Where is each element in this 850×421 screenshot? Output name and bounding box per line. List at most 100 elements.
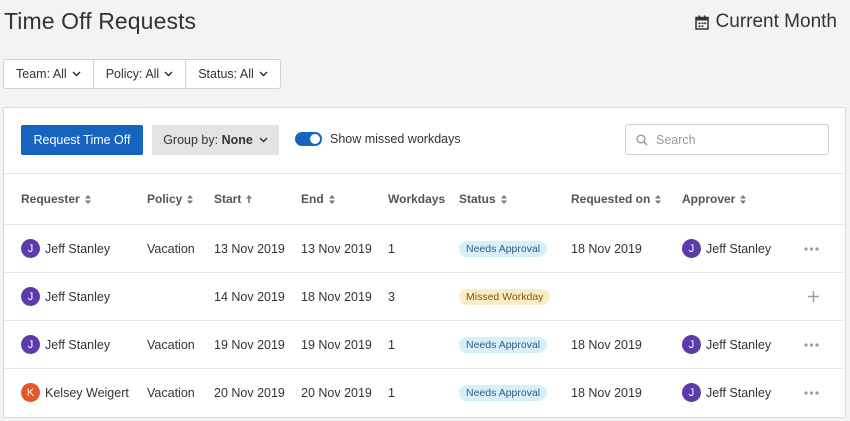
status-cell: Missed Workday xyxy=(459,273,551,320)
status-cell: Needs Approval xyxy=(459,321,548,368)
avatar: J xyxy=(21,239,40,258)
more-actions-button[interactable] xyxy=(804,369,819,416)
table-row[interactable]: J Jeff Stanley Vacation 13 Nov 2019 13 Nov 2… xyxy=(4,225,845,273)
workdays-cell: 1 xyxy=(388,337,395,352)
group-by-label: Group by: None xyxy=(163,133,253,147)
plus-icon xyxy=(808,291,819,302)
search-input[interactable] xyxy=(656,132,816,147)
add-request-button[interactable] xyxy=(808,273,819,320)
chevron-down-icon xyxy=(259,71,268,77)
sort-icon xyxy=(655,194,662,204)
approver-cell: J Jeff Stanley xyxy=(682,321,771,368)
column-header-label: Approver xyxy=(682,192,736,206)
status-filter-label: Status: All xyxy=(198,67,254,81)
approver-name: Jeff Stanley xyxy=(706,241,772,256)
chevron-down-icon xyxy=(259,137,268,143)
avatar: J xyxy=(682,239,701,258)
policy-filter[interactable]: Policy: All xyxy=(94,60,187,88)
sort-icon xyxy=(84,194,91,204)
more-horizontal-icon xyxy=(804,246,819,251)
column-header-requester[interactable]: Requester xyxy=(21,174,91,224)
status-badge: Missed Workday xyxy=(459,288,551,305)
sort-icon xyxy=(740,194,747,204)
requester-cell: J Jeff Stanley xyxy=(21,225,110,272)
requester-name: Kelsey Weigert xyxy=(45,385,129,400)
table-header: Requester Policy Start End Workdays Status Req… xyxy=(4,173,845,225)
column-header-status[interactable]: Status xyxy=(459,174,507,224)
column-header-label: Requested on xyxy=(571,192,651,206)
chevron-down-icon xyxy=(72,71,81,77)
sort-icon xyxy=(187,194,194,204)
table-row[interactable]: J Jeff Stanley Vacation 19 Nov 2019 19 Nov 2… xyxy=(4,321,845,369)
end-cell: 18 Nov 2019 xyxy=(301,289,372,304)
column-header-approver[interactable]: Approver xyxy=(682,174,747,224)
column-header-label: Policy xyxy=(147,192,183,206)
more-actions-button[interactable] xyxy=(804,321,819,368)
status-cell: Needs Approval xyxy=(459,369,548,416)
avatar: J xyxy=(21,287,40,306)
column-header-end[interactable]: End xyxy=(301,174,335,224)
more-horizontal-icon xyxy=(804,342,819,347)
sort-ascending-icon xyxy=(246,195,253,203)
workdays-cell: 3 xyxy=(388,289,395,304)
status-badge: Needs Approval xyxy=(459,240,548,257)
avatar: K xyxy=(21,383,40,402)
approver-cell: J Jeff Stanley xyxy=(682,225,771,272)
column-header-policy[interactable]: Policy xyxy=(147,174,194,224)
column-header-label: Status xyxy=(459,192,496,206)
filter-bar: Team: All Policy: All Status: All xyxy=(3,59,281,89)
status-badge: Needs Approval xyxy=(459,336,548,353)
workdays-cell: 1 xyxy=(388,385,395,400)
chevron-down-icon xyxy=(164,71,173,77)
requests-card: Request Time Off Group by: None Show mis… xyxy=(3,107,846,418)
requested-on-cell: 18 Nov 2019 xyxy=(571,385,642,400)
sort-icon xyxy=(500,194,507,204)
requester-name: Jeff Stanley xyxy=(45,337,111,352)
requester-cell: K Kelsey Weigert xyxy=(21,369,129,416)
missed-workdays-label: Show missed workdays xyxy=(330,132,461,146)
toggle-knob xyxy=(310,134,320,144)
status-cell: Needs Approval xyxy=(459,225,548,272)
more-actions-button[interactable] xyxy=(804,225,819,272)
policy-cell: Vacation xyxy=(147,241,195,256)
requester-cell: J Jeff Stanley xyxy=(21,273,110,320)
status-filter[interactable]: Status: All xyxy=(186,60,280,88)
column-header-label: Start xyxy=(214,192,242,206)
end-cell: 19 Nov 2019 xyxy=(301,337,372,352)
column-header-label: End xyxy=(301,192,324,206)
policy-cell: Vacation xyxy=(147,385,195,400)
search-box xyxy=(625,124,829,155)
column-header-workdays: Workdays xyxy=(388,174,445,224)
requester-name: Jeff Stanley xyxy=(45,289,111,304)
table-row[interactable]: K Kelsey Weigert Vacation 20 Nov 2019 20 Nov… xyxy=(4,369,845,417)
request-time-off-button[interactable]: Request Time Off xyxy=(21,125,143,155)
workdays-cell: 1 xyxy=(388,241,395,256)
end-cell: 20 Nov 2019 xyxy=(301,385,372,400)
start-cell: 20 Nov 2019 xyxy=(214,385,285,400)
group-by-dropdown[interactable]: Group by: None xyxy=(152,125,279,155)
search-icon xyxy=(636,134,648,146)
start-cell: 13 Nov 2019 xyxy=(214,241,285,256)
avatar: J xyxy=(682,335,701,354)
approver-cell: J Jeff Stanley xyxy=(682,369,771,416)
column-header-requested-on[interactable]: Requested on xyxy=(571,174,662,224)
missed-workdays-toggle-wrap: Show missed workdays xyxy=(295,132,461,146)
avatar: J xyxy=(682,383,701,402)
table-row[interactable]: J Jeff Stanley 14 Nov 2019 18 Nov 2019 3 Miss… xyxy=(4,273,845,321)
missed-workdays-toggle[interactable] xyxy=(295,132,322,146)
period-selector[interactable]: Current Month xyxy=(694,11,837,33)
page-title: Time Off Requests xyxy=(4,8,197,34)
requester-name: Jeff Stanley xyxy=(45,241,111,256)
policy-filter-label: Policy: All xyxy=(105,67,160,81)
column-header-start[interactable]: Start xyxy=(214,174,253,224)
column-header-label: Requester xyxy=(21,192,80,206)
end-cell: 13 Nov 2019 xyxy=(301,241,372,256)
requested-on-cell: 18 Nov 2019 xyxy=(571,241,642,256)
team-filter[interactable]: Team: All xyxy=(4,60,94,88)
policy-cell: Vacation xyxy=(147,337,195,352)
approver-name: Jeff Stanley xyxy=(706,337,772,352)
requester-cell: J Jeff Stanley xyxy=(21,321,110,368)
more-horizontal-icon xyxy=(804,390,819,395)
requested-on-cell: 18 Nov 2019 xyxy=(571,337,642,352)
period-label: Current Month xyxy=(715,11,837,32)
